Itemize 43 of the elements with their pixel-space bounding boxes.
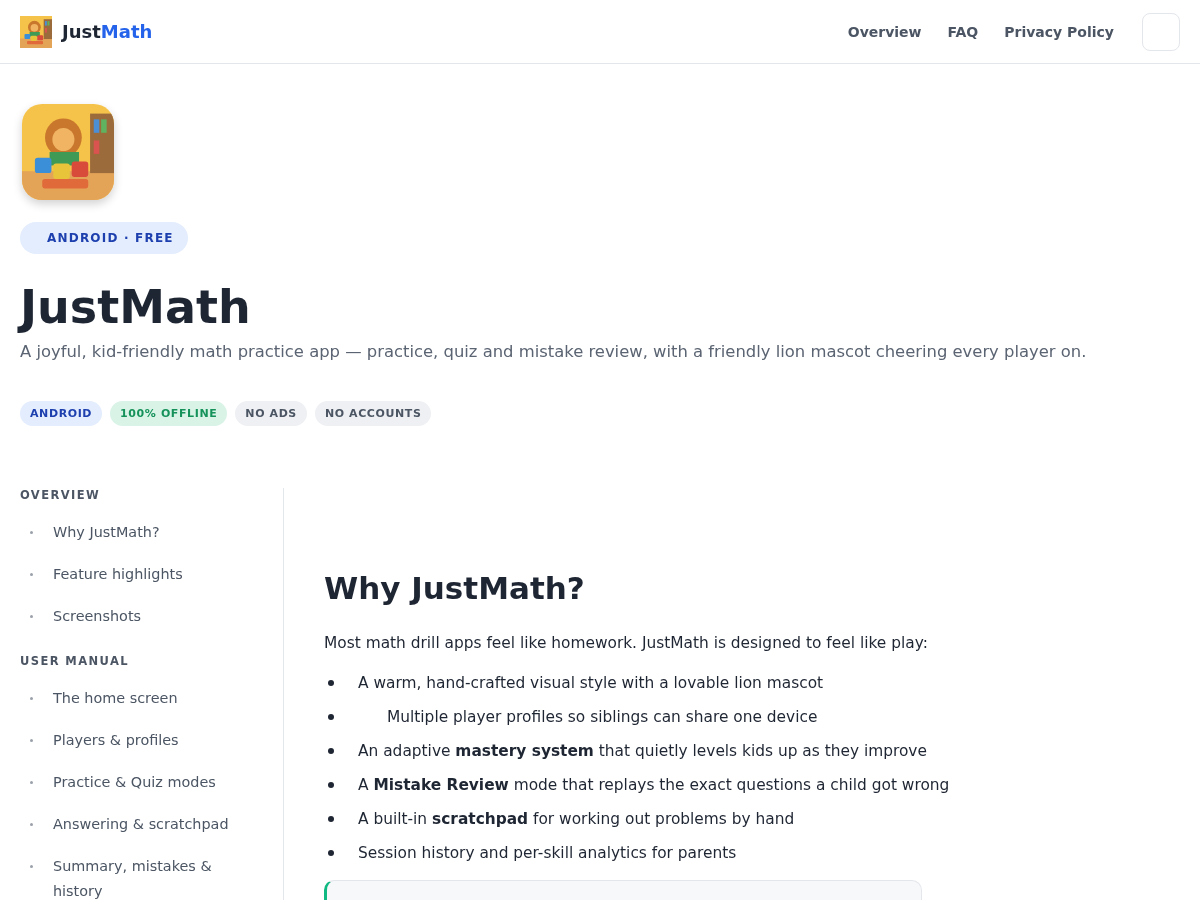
bullet-icon — [30, 865, 33, 868]
bullet-icon — [30, 573, 33, 576]
bullet-icon — [30, 823, 33, 826]
sidebar-link[interactable]: Feature highlights — [53, 562, 183, 587]
bullet-icon — [328, 816, 334, 822]
section-heading: Why JustMath? — [324, 570, 586, 606]
bullet-icon — [328, 680, 334, 686]
bullet-icon — [328, 714, 334, 720]
brand-name[interactable]: JustMath — [62, 21, 153, 42]
bullet-icon — [30, 781, 33, 784]
sidebar-link[interactable]: Players & profiles — [53, 728, 179, 753]
bullet-icon — [328, 850, 334, 856]
nav-link[interactable]: FAQ — [947, 23, 979, 40]
subtitle: A joyful, kid-friendly math practice app — practice, quiz and mistake review, with a friendly lion mascot cheering every player on. — [20, 342, 1088, 361]
bullet-icon — [30, 615, 33, 618]
platform-badge: ANDROID · FREE — [20, 222, 188, 254]
bullet-text: Session history and per-skill analytics for parents — [358, 844, 737, 862]
intro-text: Most math drill apps feel like homework. JustMath is designed to feel like play: — [324, 634, 929, 652]
nav-link[interactable]: Overview — [847, 23, 922, 40]
sidebar-link[interactable]: The home screen — [53, 686, 178, 711]
bullet-icon — [328, 782, 334, 788]
sidebar-link[interactable]: Screenshots — [53, 604, 142, 629]
bullet-icon — [30, 697, 33, 700]
sidebar-link[interactable]: Why JustMath? — [53, 520, 160, 545]
bullet-icon — [328, 748, 334, 754]
sidebar-link[interactable]: Practice & Quiz modes — [53, 770, 216, 795]
theme-toggle-button[interactable] — [1142, 12, 1180, 51]
nav-link[interactable]: Privacy Policy — [1004, 23, 1114, 40]
bullet-icon — [30, 531, 33, 534]
bullet-text: A warm, hand-crafted visual style with a lovable lion mascot — [358, 674, 824, 692]
sidebar-heading: OVERVIEW — [20, 488, 101, 502]
tag: 100% OFFLINE — [110, 401, 228, 426]
tag: NO ACCOUNTS — [314, 401, 432, 426]
bullet-text: An adaptive mastery system that quietly levels kids up as they improve — [358, 742, 927, 760]
tag: NO ADS — [235, 401, 307, 426]
bullet-text: Multiple player profiles so siblings can share one device — [386, 708, 818, 726]
sidebar-link[interactable]: Answering & scratchpad — [53, 812, 229, 837]
bullet-text: A built-in scratchpad for working out problems by hand — [358, 810, 795, 828]
sidebar-heading: USER MANUAL — [20, 654, 130, 668]
bullet-icon — [30, 739, 33, 742]
bullet-text: A Mistake Review mode that replays the exact questions a child got wrong — [358, 776, 950, 794]
sidebar-link[interactable]: Summary, mistakes & history — [53, 854, 263, 900]
tag: ANDROID — [20, 401, 103, 426]
